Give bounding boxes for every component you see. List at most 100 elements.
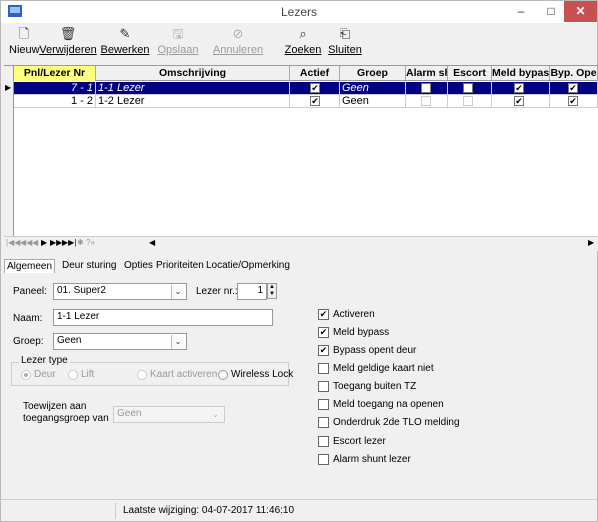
- reader-type-label: Lezer type: [19, 355, 70, 366]
- current-row-pointer-icon: ▶: [5, 83, 12, 92]
- bypass-opens-door-label: Bypass opent deur: [333, 345, 417, 356]
- report-valid-card-checkbox[interactable]: [318, 363, 329, 374]
- activate-checkbox[interactable]: ✔: [318, 309, 329, 320]
- cell-nr: 7 - 1: [14, 82, 96, 95]
- tab-prioriteiten[interactable]: Prioriteiten: [154, 259, 206, 273]
- group-select[interactable]: Geen ⌄: [53, 333, 187, 350]
- toolbar: 🗋 Nieuw 🗑 Verwijderen ✎ Bewerken 🖫 Opsla…: [1, 23, 597, 65]
- scroll-left-icon[interactable]: ◀: [149, 238, 155, 247]
- meld-bypass-checkbox[interactable]: ✔: [514, 96, 524, 106]
- edit-icon: ✎: [119, 26, 131, 41]
- search-button[interactable]: ⌕ Zoeken: [283, 25, 323, 57]
- prev-record-icon[interactable]: ◀: [32, 238, 38, 247]
- column-header-meld-bypass[interactable]: Meld bypas: [492, 66, 550, 81]
- edit-record-icon[interactable]: ?»: [86, 238, 95, 247]
- trash-icon: 🗑: [59, 26, 77, 41]
- cell-meld-bypass: ✔: [492, 82, 550, 95]
- column-header-nr[interactable]: Pnl/Lezer Nr: [14, 66, 96, 81]
- escort-reader-checkbox[interactable]: [318, 436, 329, 447]
- reader-nr-stepper[interactable]: ▲ ▼: [267, 283, 277, 299]
- save-button[interactable]: 🖫 Opslaan: [155, 25, 201, 57]
- tab-opties[interactable]: Opties: [122, 259, 155, 273]
- next-record-icon[interactable]: ▶: [41, 238, 47, 247]
- table-row[interactable]: 7 - 1 1-1 Lezer ✔ Geen ✔ ✔: [14, 82, 598, 95]
- cell-alarm: [406, 95, 448, 108]
- column-header-alarm[interactable]: Alarm shu: [406, 66, 448, 81]
- meld-bypass-checkbox[interactable]: ✔: [318, 327, 329, 338]
- edit-button[interactable]: ✎ Bewerken: [99, 25, 151, 57]
- tab-locatie-opmerking[interactable]: Locatie/Opmerking: [204, 259, 292, 273]
- last-record-icon[interactable]: ▶▶|: [62, 238, 76, 247]
- cell-actief: ✔: [290, 95, 340, 108]
- close-button[interactable]: ✕: [564, 1, 597, 22]
- new-button[interactable]: 🗋 Nieuw: [9, 25, 40, 57]
- exit-button[interactable]: ⎗ Sluiten: [327, 25, 363, 57]
- radio-lift[interactable]: [68, 370, 78, 380]
- report-access-after-open-checkbox[interactable]: [318, 399, 329, 410]
- scroll-right-icon[interactable]: ▶: [588, 238, 594, 247]
- edit-label: Bewerken: [100, 44, 150, 56]
- lezers-window: Lezers – □ ✕ 🗋 Nieuw 🗑 Verwijderen ✎ Bew…: [0, 0, 598, 522]
- access-outside-tz-checkbox[interactable]: [318, 381, 329, 392]
- minimize-button[interactable]: –: [506, 1, 536, 22]
- report-access-after-open-label: Meld toegang na openen: [333, 399, 444, 410]
- column-header-actief[interactable]: Actief: [290, 66, 340, 81]
- chevron-down-icon: ⌄: [171, 335, 184, 349]
- column-header-byp-open[interactable]: Byp. Ope: [550, 66, 598, 81]
- grid-header: Pnl/Lezer Nr Omschrijving Actief Groep A…: [4, 66, 598, 81]
- escort-checkbox[interactable]: [463, 83, 473, 93]
- actief-checkbox[interactable]: ✔: [310, 83, 320, 93]
- maximize-button[interactable]: □: [536, 1, 566, 22]
- radio-door[interactable]: [21, 370, 31, 380]
- exit-label: Sluiten: [328, 44, 362, 56]
- reader-nr-input[interactable]: 1: [237, 283, 267, 300]
- save-icon: 🖫: [172, 26, 184, 41]
- new-document-icon: 🗋: [18, 26, 30, 41]
- next-page-icon[interactable]: ▶▶: [50, 238, 62, 247]
- cell-omschrijving: 1-2 Lezer: [96, 95, 290, 108]
- delete-button[interactable]: 🗑 Verwijderen: [39, 25, 97, 57]
- actief-checkbox[interactable]: ✔: [310, 96, 320, 106]
- meld-bypass-checkbox[interactable]: ✔: [514, 83, 524, 93]
- access-outside-tz-label: Toegang buiten TZ: [333, 381, 417, 392]
- detail-tabs: Algemeen Deur sturing Opties Prioriteite…: [4, 259, 598, 273]
- radio-card-activate[interactable]: [137, 370, 147, 380]
- panel-select[interactable]: 01. Super2 ⌄: [53, 283, 187, 300]
- name-input[interactable]: 1-1 Lezer: [53, 309, 273, 326]
- radio-door-label: Deur: [34, 369, 56, 380]
- activate-label: Activeren: [333, 309, 375, 320]
- cell-groep: Geen: [340, 95, 406, 108]
- column-header-omschrijving[interactable]: Omschrijving: [96, 66, 290, 81]
- table-row[interactable]: 1 - 2 1-2 Lezer ✔ Geen ✔ ✔: [14, 95, 598, 108]
- alarm-shunt-reader-label: Alarm shunt lezer: [333, 454, 411, 465]
- search-label: Zoeken: [284, 44, 322, 56]
- assign-group-select[interactable]: Geen ⌄: [113, 406, 225, 423]
- new-record-icon[interactable]: ✱: [77, 238, 84, 247]
- radio-wireless-lock[interactable]: [218, 370, 228, 380]
- prev-page-icon[interactable]: ◀◀: [20, 238, 32, 247]
- cell-alarm: [406, 82, 448, 95]
- tab-algemeen[interactable]: Algemeen: [4, 259, 56, 273]
- tab-deur-sturing[interactable]: Deur sturing: [60, 259, 118, 273]
- escort-checkbox[interactable]: [463, 96, 473, 106]
- alarm-checkbox[interactable]: [421, 96, 431, 106]
- suppress-2nd-tlo-label: Onderdruk 2de TLO melding: [333, 417, 460, 428]
- escort-reader-label: Escort lezer: [333, 436, 386, 447]
- cell-byp-open: ✔: [550, 82, 598, 95]
- navigation-bar: |◀◀ ◀◀ ◀ ▶ ▶▶ ▶▶| ✱ ?» ◀ ▶: [4, 236, 598, 251]
- byp-open-checkbox[interactable]: ✔: [568, 96, 578, 106]
- byp-open-checkbox[interactable]: ✔: [568, 83, 578, 93]
- assign-group-value: Geen: [117, 408, 142, 419]
- cancel-button[interactable]: ⊘ Annuleren: [211, 25, 265, 57]
- first-record-icon[interactable]: |◀◀: [6, 238, 20, 247]
- radio-lift-label: Lift: [81, 369, 95, 380]
- column-header-groep[interactable]: Groep: [340, 66, 406, 81]
- bypass-opens-door-checkbox[interactable]: ✔: [318, 345, 329, 356]
- suppress-2nd-tlo-checkbox[interactable]: [318, 417, 329, 428]
- assign-label-line2: toegangsgroep van: [23, 413, 109, 424]
- cell-meld-bypass: ✔: [492, 95, 550, 108]
- alarm-shunt-reader-checkbox[interactable]: [318, 454, 329, 465]
- column-header-escort[interactable]: Escort: [448, 66, 492, 81]
- alarm-checkbox[interactable]: [421, 83, 431, 93]
- cell-nr: 1 - 2: [14, 95, 96, 108]
